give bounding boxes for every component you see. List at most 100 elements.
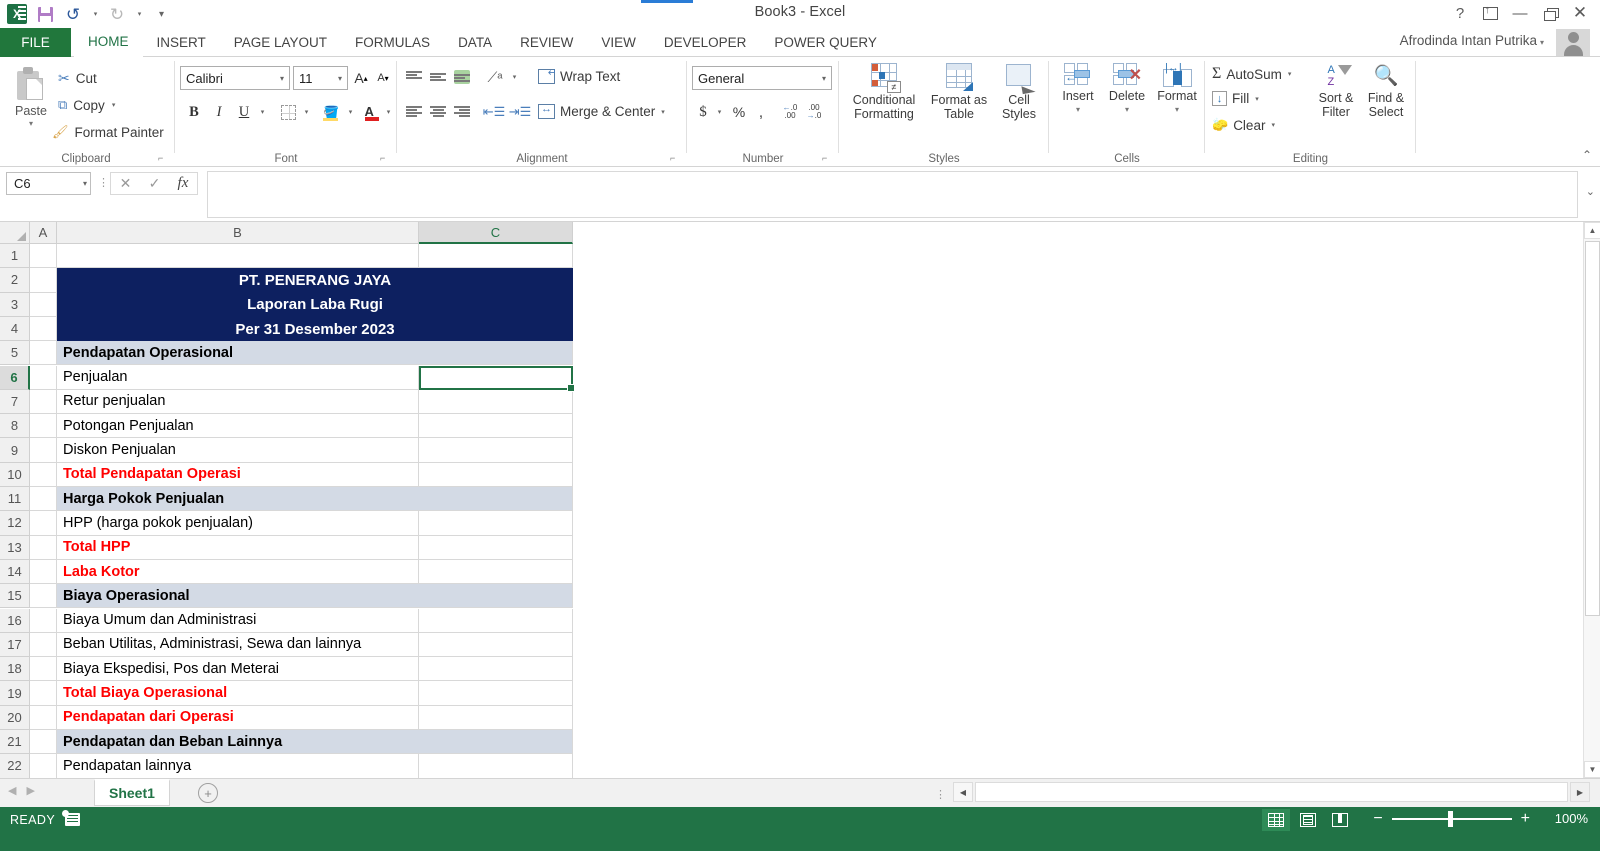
cell-C12[interactable] — [419, 511, 573, 536]
sort-filter-button[interactable]: AZ Sort & Filter — [1312, 63, 1360, 119]
zoom-out-button[interactable]: − — [1373, 811, 1382, 827]
cell-C10[interactable] — [419, 462, 573, 487]
cell-C19[interactable] — [419, 681, 573, 706]
cell-A17[interactable] — [30, 632, 57, 658]
empty-grid-area[interactable] — [573, 244, 1583, 778]
avatar[interactable] — [1556, 29, 1590, 56]
format-as-table-button[interactable]: Format as Table — [928, 63, 990, 121]
scroll-up-button[interactable]: ▲ — [1584, 222, 1600, 239]
record-macro-button[interactable] — [62, 810, 82, 828]
row-header-4[interactable]: 4 — [0, 316, 30, 342]
row-header-15[interactable]: 15 — [0, 584, 30, 609]
add-sheet-button[interactable]: + — [198, 783, 218, 803]
font-size-input[interactable]: 11 ▾ — [293, 66, 348, 90]
align-bottom-button[interactable] — [450, 65, 474, 89]
column-header-b[interactable]: B — [57, 222, 419, 244]
column-header-a[interactable]: A — [30, 222, 57, 244]
next-sheet-button[interactable]: ▶ — [26, 784, 34, 797]
scroll-right-button[interactable]: ▶ — [1570, 782, 1590, 802]
cell-B1[interactable] — [57, 244, 419, 269]
cell-B13[interactable]: Total HPP — [57, 535, 419, 560]
cell-A6[interactable] — [30, 365, 57, 390]
cell-C13[interactable] — [419, 535, 573, 560]
align-top-button[interactable] — [402, 65, 426, 89]
cell-B11[interactable]: Harga Pokok Penjualan — [57, 487, 419, 512]
cell-styles-button[interactable]: Cell Styles — [992, 63, 1046, 121]
cell-A11[interactable] — [30, 487, 57, 512]
number-format-select[interactable]: General ▾ — [692, 66, 832, 90]
cell-A16[interactable] — [30, 608, 57, 633]
alignment-dialog-launcher[interactable]: ⌐ — [670, 153, 681, 164]
vertical-scrollbar[interactable]: ▲ ▼ — [1583, 222, 1600, 778]
tab-view[interactable]: VIEW — [587, 28, 650, 57]
underline-button[interactable]: U — [232, 100, 256, 124]
insert-cells-button[interactable]: ← Insert ▾ — [1054, 63, 1102, 117]
cell-C11[interactable] — [419, 487, 573, 512]
confirm-entry-button[interactable]: ✓ — [149, 175, 161, 192]
cell-A13[interactable] — [30, 535, 57, 560]
cell-B18[interactable]: Biaya Ekspedisi, Pos dan Meterai — [57, 657, 419, 682]
increase-indent-button[interactable]: ⇥☰ — [508, 100, 532, 124]
fill-color-dropdown[interactable]: ▾ — [343, 100, 357, 124]
cell-B7[interactable]: Retur penjualan — [57, 389, 419, 415]
scroll-down-button[interactable]: ▼ — [1584, 761, 1600, 778]
cell-B22[interactable]: Pendapatan lainnya — [57, 754, 419, 779]
cell-B21[interactable]: Pendapatan dan Beban Lainnya — [57, 730, 419, 755]
italic-button[interactable]: I — [207, 100, 231, 124]
conditional-formatting-button[interactable]: ≠ Conditional Formatting — [842, 63, 926, 121]
horizontal-scrollbar-handle[interactable]: ⋮ — [935, 788, 946, 801]
borders-dropdown[interactable]: ▾ — [299, 100, 313, 124]
orientation-button[interactable]: ⟋ᵃ — [482, 65, 508, 89]
row-header-9[interactable]: 9 — [0, 438, 30, 463]
row-header-18[interactable]: 18 — [0, 657, 30, 682]
cell-A18[interactable] — [30, 657, 57, 682]
align-right-button[interactable] — [450, 100, 474, 124]
tab-file[interactable]: FILE — [0, 28, 71, 57]
zoom-slider[interactable] — [1391, 811, 1512, 827]
cell-C7[interactable] — [419, 389, 573, 415]
restore-button[interactable] — [1536, 2, 1564, 24]
horizontal-scrollbar[interactable]: ◀ ▶ — [953, 782, 1590, 802]
account-menu[interactable]: Afrodinda Intan Putrika ▾ — [1400, 33, 1544, 48]
page-layout-view-button[interactable] — [1294, 809, 1322, 831]
scroll-left-button[interactable]: ◀ — [953, 782, 973, 802]
cell-A19[interactable] — [30, 681, 57, 706]
cell-C9[interactable] — [419, 438, 573, 463]
cancel-entry-button[interactable]: ✕ — [120, 175, 132, 192]
comma-format-button[interactable]: , — [750, 100, 772, 124]
horizontal-scroll-track[interactable] — [975, 782, 1568, 802]
row-header-14[interactable]: 14 — [0, 559, 30, 585]
align-middle-button[interactable] — [426, 65, 450, 89]
cell-A3[interactable] — [30, 292, 57, 317]
cell-C15[interactable] — [419, 584, 573, 609]
row-header-20[interactable]: 20 — [0, 705, 30, 730]
name-box[interactable]: C6 ▾ — [6, 172, 91, 195]
font-color-button[interactable]: A — [361, 100, 383, 124]
tab-insert[interactable]: INSERT — [143, 28, 220, 57]
autosum-button[interactable]: Σ AutoSum ▾ — [1212, 65, 1291, 83]
tab-power-query[interactable]: POWER QUERY — [760, 28, 891, 57]
row-header-19[interactable]: 19 — [0, 681, 30, 706]
increase-decimal-button[interactable]: ←.0.00 — [778, 100, 802, 124]
font-name-input[interactable]: Calibri ▾ — [180, 66, 290, 90]
minimize-button[interactable]: — — [1506, 2, 1534, 24]
cell-B8[interactable]: Potongan Penjualan — [57, 414, 419, 439]
font-dialog-launcher[interactable]: ⌐ — [380, 153, 391, 164]
underline-dropdown[interactable]: ▾ — [255, 100, 269, 124]
accounting-format-dropdown[interactable]: ▾ — [712, 100, 726, 124]
cell-B15[interactable]: Biaya Operasional — [57, 584, 419, 609]
row-header-11[interactable]: 11 — [0, 487, 30, 512]
ribbon-display-options-button[interactable] — [1476, 2, 1504, 24]
cell-C18[interactable] — [419, 657, 573, 682]
previous-sheet-button[interactable]: ◀ — [8, 784, 16, 797]
row-header-1[interactable]: 1 — [0, 244, 30, 269]
cell-A21[interactable] — [30, 730, 57, 755]
bold-button[interactable]: B — [182, 100, 206, 124]
insert-function-button[interactable]: fx — [178, 175, 189, 192]
clipboard-dialog-launcher[interactable]: ⌐ — [158, 153, 169, 164]
row-header-10[interactable]: 10 — [0, 462, 30, 487]
cell-A10[interactable] — [30, 462, 57, 487]
cell-A20[interactable] — [30, 705, 57, 730]
row-header-16[interactable]: 16 — [0, 608, 30, 633]
fill-color-button[interactable]: 🪣 — [318, 100, 344, 124]
